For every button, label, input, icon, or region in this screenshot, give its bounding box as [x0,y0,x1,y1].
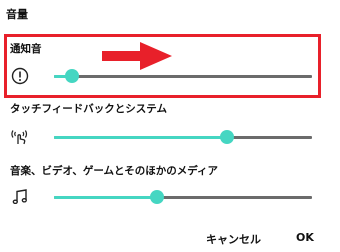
touch-vibration-icon [10,127,30,147]
dialog-title: 音量 [6,8,28,21]
annotation-arrow-icon [100,40,174,76]
media-volume-label: 音楽、ビデオ、ゲームとそのほかのメディア [10,165,219,177]
slider-fill [54,196,158,199]
slider-thumb[interactable] [150,190,165,204]
touch-feedback-volume-slider[interactable] [54,127,312,147]
touch-feedback-label: タッチフィードバックとシステム [10,103,167,115]
slider-fill [54,136,227,139]
slider-thumb[interactable] [219,130,234,144]
cancel-button[interactable]: キャンセル [206,231,261,247]
ok-button[interactable]: OK [296,231,314,244]
media-volume-slider[interactable] [54,187,312,207]
music-note-icon [10,187,30,207]
